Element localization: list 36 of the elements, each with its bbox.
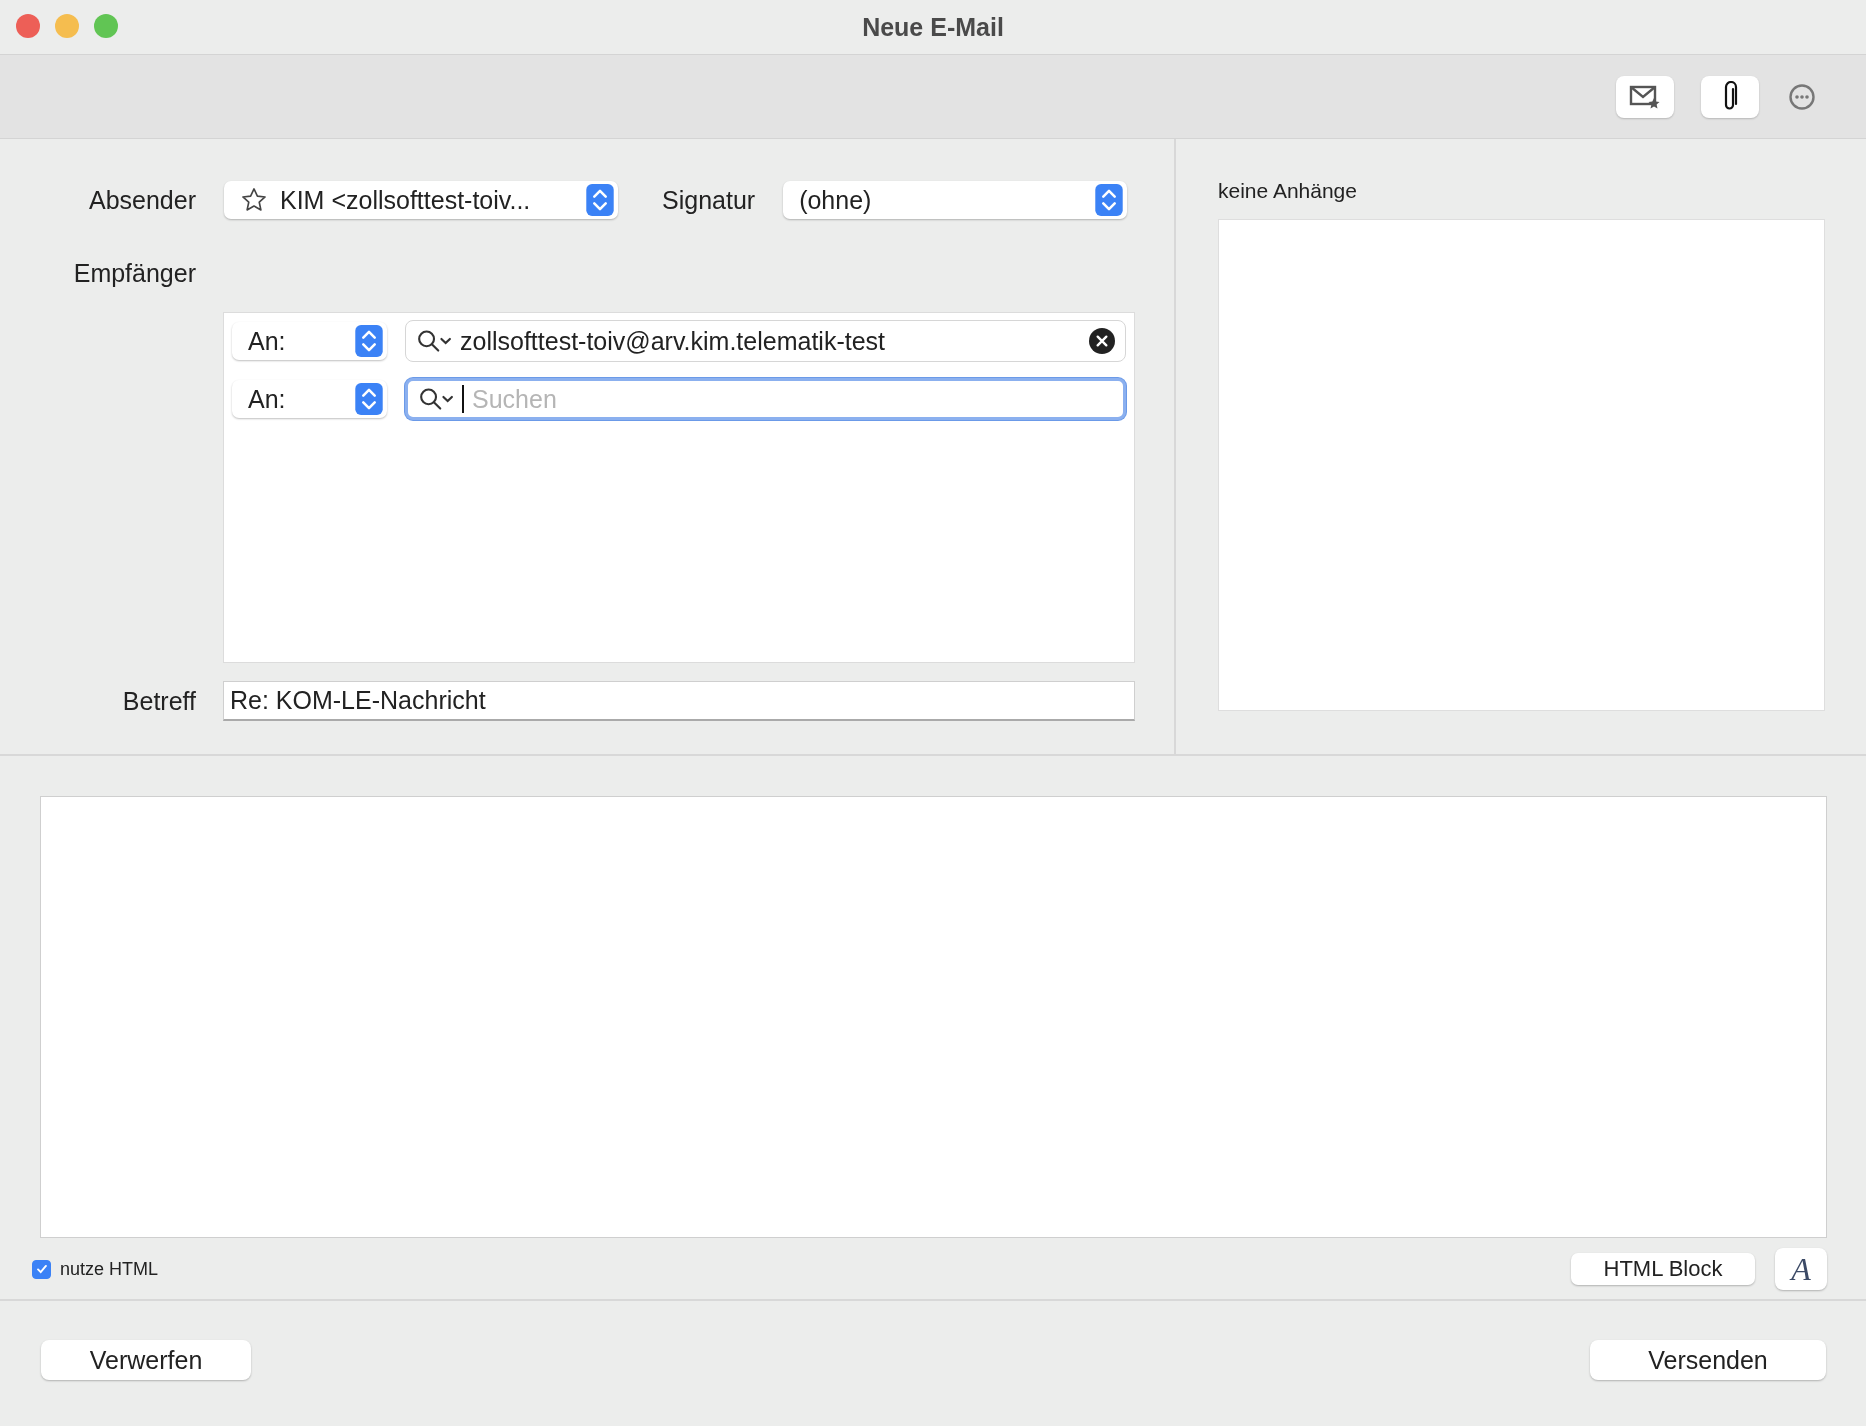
send-button[interactable]: Versenden <box>1590 1340 1826 1380</box>
html-block-button[interactable]: HTML Block <box>1571 1253 1755 1285</box>
stepper-icon <box>585 184 615 216</box>
stepper-icon <box>354 383 384 415</box>
zoom-button[interactable] <box>94 14 118 38</box>
mail-star-button[interactable] <box>1616 75 1674 118</box>
stepper-icon <box>354 325 384 357</box>
stepper-icon <box>1094 184 1125 216</box>
sender-dropdown[interactable]: KIM <zollsofttest-toiv... <box>224 181 618 219</box>
attach-button[interactable] <box>1701 75 1759 118</box>
recipient-type-dropdown[interactable]: An: <box>232 322 387 360</box>
close-button[interactable] <box>16 14 40 38</box>
search-icon[interactable] <box>418 386 454 412</box>
subject-field[interactable]: Re: KOM-LE-Nachricht <box>223 681 1135 721</box>
field-label: Betreff <box>121 686 196 716</box>
attachments-label: keine Anhänge <box>1218 179 1358 203</box>
signature-dropdown[interactable]: (ohne) <box>783 181 1128 219</box>
field-label: Signatur <box>662 185 756 215</box>
recipient-type-dropdown[interactable]: An: <box>232 380 387 418</box>
checkbox-label: nutze HTML <box>60 1258 159 1280</box>
clear-icon[interactable] <box>1089 328 1115 354</box>
font-button[interactable]: A <box>1775 1248 1827 1290</box>
field-label: Empfänger <box>72 259 196 288</box>
search-icon[interactable] <box>416 328 452 354</box>
recipient-field[interactable]: Suchen <box>405 378 1126 420</box>
recipient-field[interactable]: zollsofttest-toiv@arv.kim.telematik-test <box>405 320 1126 362</box>
envelope-star-icon <box>1629 83 1661 110</box>
message-body-field[interactable] <box>40 796 1827 1238</box>
field-label: Absender <box>87 185 196 215</box>
star-icon <box>240 186 268 214</box>
window-title: Neue E-Mail <box>862 12 1004 42</box>
discard-button[interactable]: Verwerfen <box>41 1340 251 1380</box>
checkmark-icon <box>34 1262 49 1276</box>
checkbox[interactable] <box>32 1259 51 1279</box>
more-icon[interactable] <box>1788 82 1816 111</box>
search-input[interactable]: Suchen <box>472 384 1113 414</box>
